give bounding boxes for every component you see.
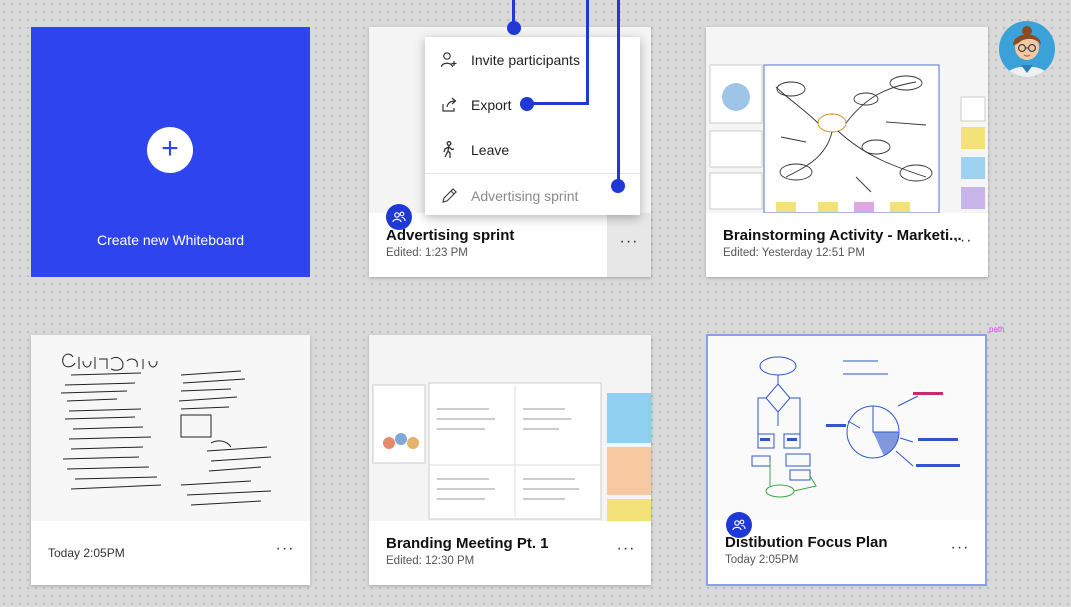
more-options-button[interactable]: ··· <box>607 213 651 277</box>
shared-board-icon <box>386 204 412 230</box>
share-export-icon <box>439 95 459 115</box>
path-annotation-label: path <box>989 325 1005 334</box>
board-title: Advertising sprint <box>386 227 515 244</box>
callout-line <box>528 102 589 105</box>
callout-dot <box>611 179 625 193</box>
more-options-button[interactable]: ··· <box>948 231 978 257</box>
invite-person-icon <box>439 50 459 70</box>
menu-item-rename[interactable]: Advertising sprint <box>425 173 640 218</box>
menu-item-label: Advertising sprint <box>471 188 579 204</box>
more-options-button[interactable]: ··· <box>270 539 300 565</box>
more-options-button[interactable]: ··· <box>611 539 641 565</box>
create-whiteboard-tile[interactable]: + Create new Whiteboard <box>31 27 310 277</box>
board-card-branding-meeting[interactable]: Branding Meeting Pt. 1 Edited: 12:30 PM … <box>369 335 651 585</box>
board-card-collab-backlog[interactable]: Today 2:05PM ··· <box>31 335 310 585</box>
callout-dot <box>507 21 521 35</box>
board-edited-time: Today 2:05PM <box>48 546 125 560</box>
callout-line <box>586 0 589 105</box>
menu-item-label: Leave <box>471 142 510 158</box>
board-context-menu: Invite participants Export Leave Adverti… <box>425 37 640 215</box>
board-thumbnail <box>31 335 310 522</box>
board-title: Branding Meeting Pt. 1 <box>386 535 549 552</box>
menu-item-label: Invite participants <box>471 52 580 68</box>
create-whiteboard-label: Create new Whiteboard <box>96 232 245 248</box>
board-edited-time: Today 2:05PM <box>725 554 799 566</box>
callout-dot <box>520 97 534 111</box>
board-footer: Brainstorming Activity - Marketi... Edit… <box>706 213 988 277</box>
menu-item-leave[interactable]: Leave <box>425 128 640 172</box>
board-thumbnail <box>706 27 988 214</box>
shared-board-icon <box>726 512 752 538</box>
user-avatar[interactable] <box>999 21 1055 77</box>
board-edited-time: Edited: Yesterday 12:51 PM <box>723 247 865 259</box>
board-thumbnail <box>369 335 651 522</box>
menu-item-invite-participants[interactable]: Invite participants <box>425 38 640 82</box>
menu-item-label: Export <box>471 97 512 113</box>
walk-leave-icon <box>439 140 459 160</box>
board-edited-time: Edited: 12:30 PM <box>386 555 475 567</box>
more-options-button[interactable]: ··· <box>945 538 975 564</box>
board-title: Distibution Focus Plan <box>725 534 888 551</box>
board-card-brainstorming[interactable]: Brainstorming Activity - Marketi... Edit… <box>706 27 988 277</box>
board-footer: Today 2:05PM ··· <box>31 521 310 585</box>
board-footer: Branding Meeting Pt. 1 Edited: 12:30 PM … <box>369 521 651 585</box>
plus-icon: + <box>147 127 193 173</box>
board-card-distribution-focus-plan[interactable]: Distibution Focus Plan Today 2:05PM ··· <box>706 334 987 586</box>
callout-line <box>617 0 620 185</box>
board-thumbnail <box>708 336 985 523</box>
pencil-rename-icon <box>439 186 459 206</box>
board-edited-time: Edited: 1:23 PM <box>386 247 468 259</box>
board-footer: Advertising sprint Edited: 1:23 PM ··· <box>369 213 651 277</box>
board-title: Brainstorming Activity - Marketi... <box>723 227 962 244</box>
